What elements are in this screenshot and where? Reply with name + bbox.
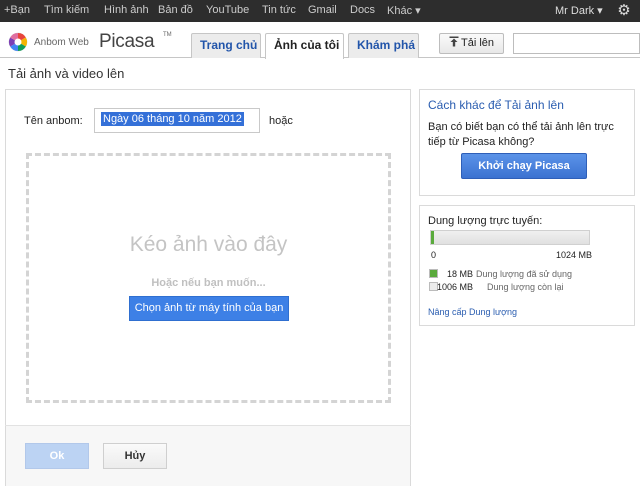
search-input[interactable] [513,33,640,54]
album-name-label: Tên anbom: [24,115,83,127]
gear-icon[interactable]: ⚙ [615,2,633,20]
used-label: Dung lượng đã sử dụng [476,269,573,279]
storage-max-label: 1024 MB [556,250,593,260]
gbar-item-images[interactable]: Hình ảnh [104,4,149,16]
gbar-item-search[interactable]: Tìm kiếm [44,4,89,16]
account-menu[interactable]: Mr Dark ▾ [555,4,603,17]
picasa-swirl-icon [8,32,28,52]
gbar-item-news[interactable]: Tin tức [262,4,296,16]
storage-bar [430,230,590,245]
storage-bar-fill [431,231,435,244]
logo-wordmark: Picasa [99,31,155,52]
used-value: 18 MB [446,269,473,279]
free-label: Dung lượng còn lại [487,282,564,292]
upload-button[interactable]: Tải lên [439,33,504,54]
storage-title: Dung lượng trực tuyến: [428,215,543,227]
upload-icon [449,36,459,47]
dropzone-hint: Hoặc nếu bạn muốn... [151,277,266,289]
tab-my-photos[interactable]: Ảnh của tôi [265,33,344,59]
storage-min-label: 0 [431,250,437,260]
free-value: 1006 MB [437,282,474,292]
or-label: hoặc [269,115,293,127]
logo-trademark: TM [163,32,172,38]
alt-upload-title: Cách khác để Tải ảnh lên [428,98,564,112]
gbar-item-docs[interactable]: Docs [350,4,375,16]
ok-button[interactable]: Ok [25,443,89,469]
tab-home[interactable]: Trang chủ [191,33,261,58]
alt-upload-text: Bạn có biết bạn có thể tải ảnh lên trực … [428,121,614,148]
dropzone-title: Kéo ảnh vào đây [129,233,288,256]
gbar-item-plus[interactable]: +Bạn [4,4,30,16]
tab-explore[interactable]: Khám phá [348,33,419,58]
cancel-button[interactable]: Hủy [103,443,167,469]
gbar-item-more[interactable]: Khác ▾ [387,4,421,17]
launch-picasa-button[interactable]: Khởi chạy Picasa [461,153,587,179]
picasa-header: Anbom Web Picasa TM Trang chủ Ảnh của tô… [0,22,640,59]
upload-button-label: Tải lên [460,37,495,49]
gbar-item-youtube[interactable]: YouTube [206,4,249,16]
page-title: Tải ảnh và video lên [8,66,125,81]
gbar-item-gmail[interactable]: Gmail [308,4,337,16]
choose-files-button[interactable]: Chọn ảnh từ máy tính của bạn [129,296,289,321]
logo-prefix: Anbom Web [34,37,89,48]
gbar-item-maps[interactable]: Bản đồ [158,4,193,16]
google-bar: +Bạn Tìm kiếm Hình ảnh Bản đồ YouTube Ti… [0,0,640,22]
upgrade-storage-link[interactable]: Nâng cấp Dung lượng [428,307,517,317]
album-name-input[interactable]: Ngày 06 tháng 10 năm 2012 [94,108,260,133]
album-name-value: Ngày 06 tháng 10 năm 2012 [101,112,244,126]
